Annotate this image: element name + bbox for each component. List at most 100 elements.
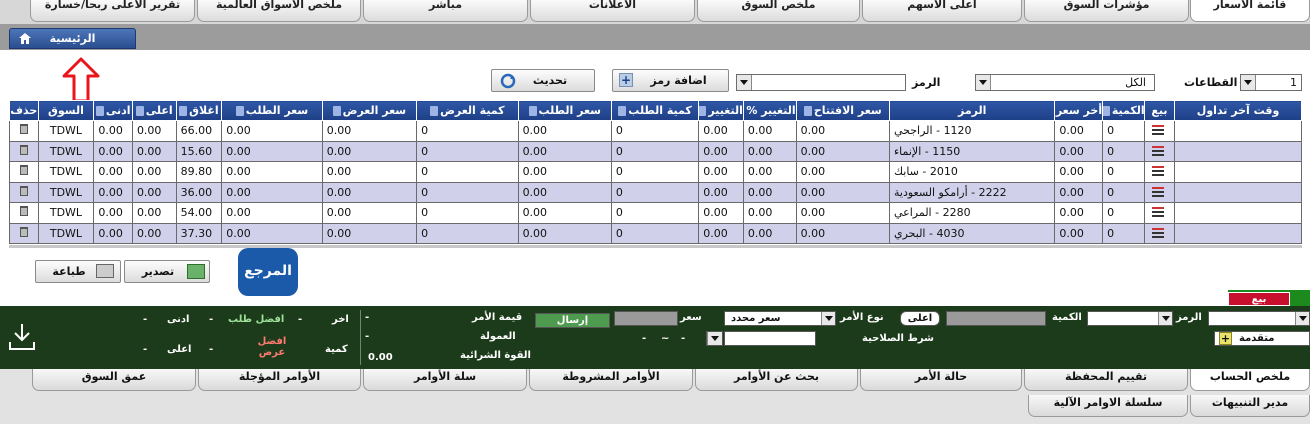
tab-portfolio-valuation[interactable]: تقييم المحفظة: [1024, 369, 1188, 391]
tab-announcements[interactable]: الاعلانات: [530, 0, 695, 22]
delete-cell[interactable]: [9, 140, 39, 162]
order-symbol-dropdown[interactable]: [1087, 311, 1173, 326]
export-icon: [187, 264, 205, 279]
col-header-low-label: ادنى: [105, 104, 131, 117]
advanced-button[interactable]: + متقدمة: [1214, 331, 1310, 346]
tab-global-markets-summary[interactable]: ملخص الاسواق العالمية: [197, 0, 361, 22]
col-header-change[interactable]: التغيير: [698, 100, 744, 121]
tab-automated-order-chain[interactable]: سلسلة الاوامر الآلية: [1028, 395, 1188, 417]
table-row[interactable]: 0 0.00 4030 - البحري 0.00 0.00 0.00 0 0.00 0 0.00…: [9, 222, 1302, 244]
cell-open: 0.00: [795, 222, 890, 244]
table-row[interactable]: 0 0.00 2280 - المراعي 0.00 0.00 0.00 0 0.00 0 0.0…: [9, 202, 1302, 224]
col-header-delete[interactable]: حذف: [9, 100, 39, 121]
sell-cell[interactable]: [1143, 140, 1176, 162]
cell-ask: 0.00: [321, 161, 418, 183]
tab-alerts-manager[interactable]: مدير التنبيهات: [1190, 395, 1310, 417]
refresh-button[interactable]: تحديث: [491, 69, 595, 92]
sell-cell[interactable]: [1143, 120, 1176, 142]
refresh-label: تحديث: [532, 74, 568, 87]
col-header-close[interactable]: اغلاق: [175, 100, 223, 121]
cell-high: 0.00: [131, 140, 177, 162]
tab-top-stocks[interactable]: أعلى الأسهم: [862, 0, 1022, 22]
col-header-bid-quantity[interactable]: كمية الطلب: [610, 100, 700, 121]
col-header-ask-quantity[interactable]: كمية العرض: [416, 100, 519, 121]
col-header-symbol[interactable]: الرمز: [888, 100, 1056, 121]
cell-open: 0.00: [795, 140, 890, 162]
tab-price-list[interactable]: قائمة الأسعار: [1190, 0, 1310, 22]
col-header-last-trade-time[interactable]: وقت آخر تداول: [1174, 100, 1302, 121]
tab-market-indices[interactable]: مؤشرات السوق: [1024, 0, 1189, 22]
download-icon[interactable]: [8, 322, 36, 352]
best-bid-label: افضل طلب: [228, 314, 285, 325]
validity-label: شرط الصلاحية: [862, 333, 934, 344]
table-row[interactable]: 0 0.00 2222 - أرامكو السعودية 0.00 0.00 0.00 0…: [9, 181, 1302, 203]
highest-price-button[interactable]: اعلى: [900, 311, 940, 326]
delete-cell[interactable]: [9, 181, 39, 203]
plus-icon: +: [619, 73, 633, 87]
sort-icon: [528, 106, 537, 116]
col-header-last-price[interactable]: أخر سعر: [1054, 100, 1104, 121]
sell-button[interactable]: بيع: [1228, 292, 1290, 306]
col-header-bid-price-2[interactable]: سعر الطلب: [221, 100, 323, 121]
sell-cell[interactable]: [1143, 222, 1176, 244]
sort-icon: [95, 106, 104, 116]
col-header-high[interactable]: اعلى: [131, 100, 177, 121]
tab-market-depth[interactable]: عمق السوق: [32, 369, 196, 391]
order-quantity-input[interactable]: [946, 311, 1046, 326]
col-header-low[interactable]: ادنى: [93, 100, 133, 121]
sort-icon: [618, 106, 627, 116]
order-price-input[interactable]: [614, 311, 678, 326]
tab-deferred-orders[interactable]: الأوامر المؤجلة: [198, 369, 361, 391]
home-icon: [19, 33, 31, 44]
cell-last: 0.00: [1054, 202, 1104, 224]
cell-ask: 0.00: [321, 140, 418, 162]
col-header-market[interactable]: السوق: [37, 100, 95, 121]
table-row[interactable]: 0 0.00 1120 - الراجحي 0.00 0.00 0.00 0 0.00 0 0.0…: [9, 120, 1302, 142]
col-header-quantity[interactable]: الكمية: [1102, 100, 1145, 121]
cell-bidq: 0: [610, 202, 700, 224]
order-type-select[interactable]: سعر محدد: [724, 311, 836, 326]
validity-dropdown[interactable]: [706, 331, 723, 346]
tab-conditional-orders[interactable]: الأوامر المشروطة: [529, 369, 693, 391]
col-header-ask-price[interactable]: سعر العرض: [321, 100, 418, 121]
table-row[interactable]: 0 0.00 2010 - سابك 0.00 0.00 0.00 0 0.00 0 0.00 0.…: [9, 161, 1302, 183]
col-header-change-percent[interactable]: التغيير %: [742, 100, 797, 121]
cell-last: 0.00: [1054, 222, 1104, 244]
chevron-down-icon: [1158, 312, 1172, 325]
delete-cell[interactable]: [9, 202, 39, 224]
col-header-bid-price[interactable]: سعر الطلب: [517, 100, 612, 121]
sell-cell[interactable]: [1143, 181, 1176, 203]
delete-cell[interactable]: [9, 120, 39, 142]
print-button[interactable]: طباعة: [35, 260, 121, 283]
sectors-select[interactable]: الكل: [975, 74, 1155, 91]
cell-qty: 0: [1102, 181, 1145, 203]
export-label: تصدير: [141, 265, 175, 278]
table-row[interactable]: 0 0.00 1150 - الإنماء 0.00 0.00 0.00 0 0.00 0 0.0…: [9, 140, 1302, 162]
symbol-select[interactable]: [736, 74, 906, 91]
sell-cell[interactable]: [1143, 161, 1176, 183]
page-select[interactable]: 1: [1240, 74, 1302, 91]
delete-cell[interactable]: [9, 222, 39, 244]
cell-last-trade-time: [1174, 202, 1302, 224]
cell-qty: 0: [1102, 202, 1145, 224]
sell-cell[interactable]: [1143, 202, 1176, 224]
validity-select[interactable]: [724, 331, 816, 346]
col-header-open-price[interactable]: سعر الافتتاح: [795, 100, 890, 121]
cell-askq: 0: [416, 120, 519, 142]
tab-live[interactable]: مباشر: [363, 0, 528, 22]
tab-order-search[interactable]: بحث عن الأوامر: [695, 369, 858, 391]
tab-home[interactable]: الرئيسية: [9, 28, 136, 49]
sell-order-icon: [1152, 123, 1166, 135]
order-symbol-select[interactable]: [1208, 311, 1310, 326]
tab-order-basket[interactable]: سلة الأوامر: [363, 369, 527, 391]
add-symbol-button[interactable]: + اضافة رمز: [612, 69, 729, 92]
send-order-button[interactable]: إرسال: [535, 313, 610, 328]
tab-top-gainers-losers-report[interactable]: تقرير الاعلى ربحا/خسارة: [30, 0, 195, 22]
tab-market-summary[interactable]: ملخص السوق: [697, 0, 860, 22]
delete-cell[interactable]: [9, 161, 39, 183]
col-header-sell[interactable]: بيع: [1143, 100, 1176, 121]
export-button[interactable]: تصدير: [124, 260, 210, 283]
tab-order-status[interactable]: حالة الأمر: [860, 369, 1022, 391]
col-header-bid-price-2-label: سعر الطلب: [245, 104, 309, 117]
tab-account-summary[interactable]: ملخص الحساب: [1190, 369, 1310, 391]
